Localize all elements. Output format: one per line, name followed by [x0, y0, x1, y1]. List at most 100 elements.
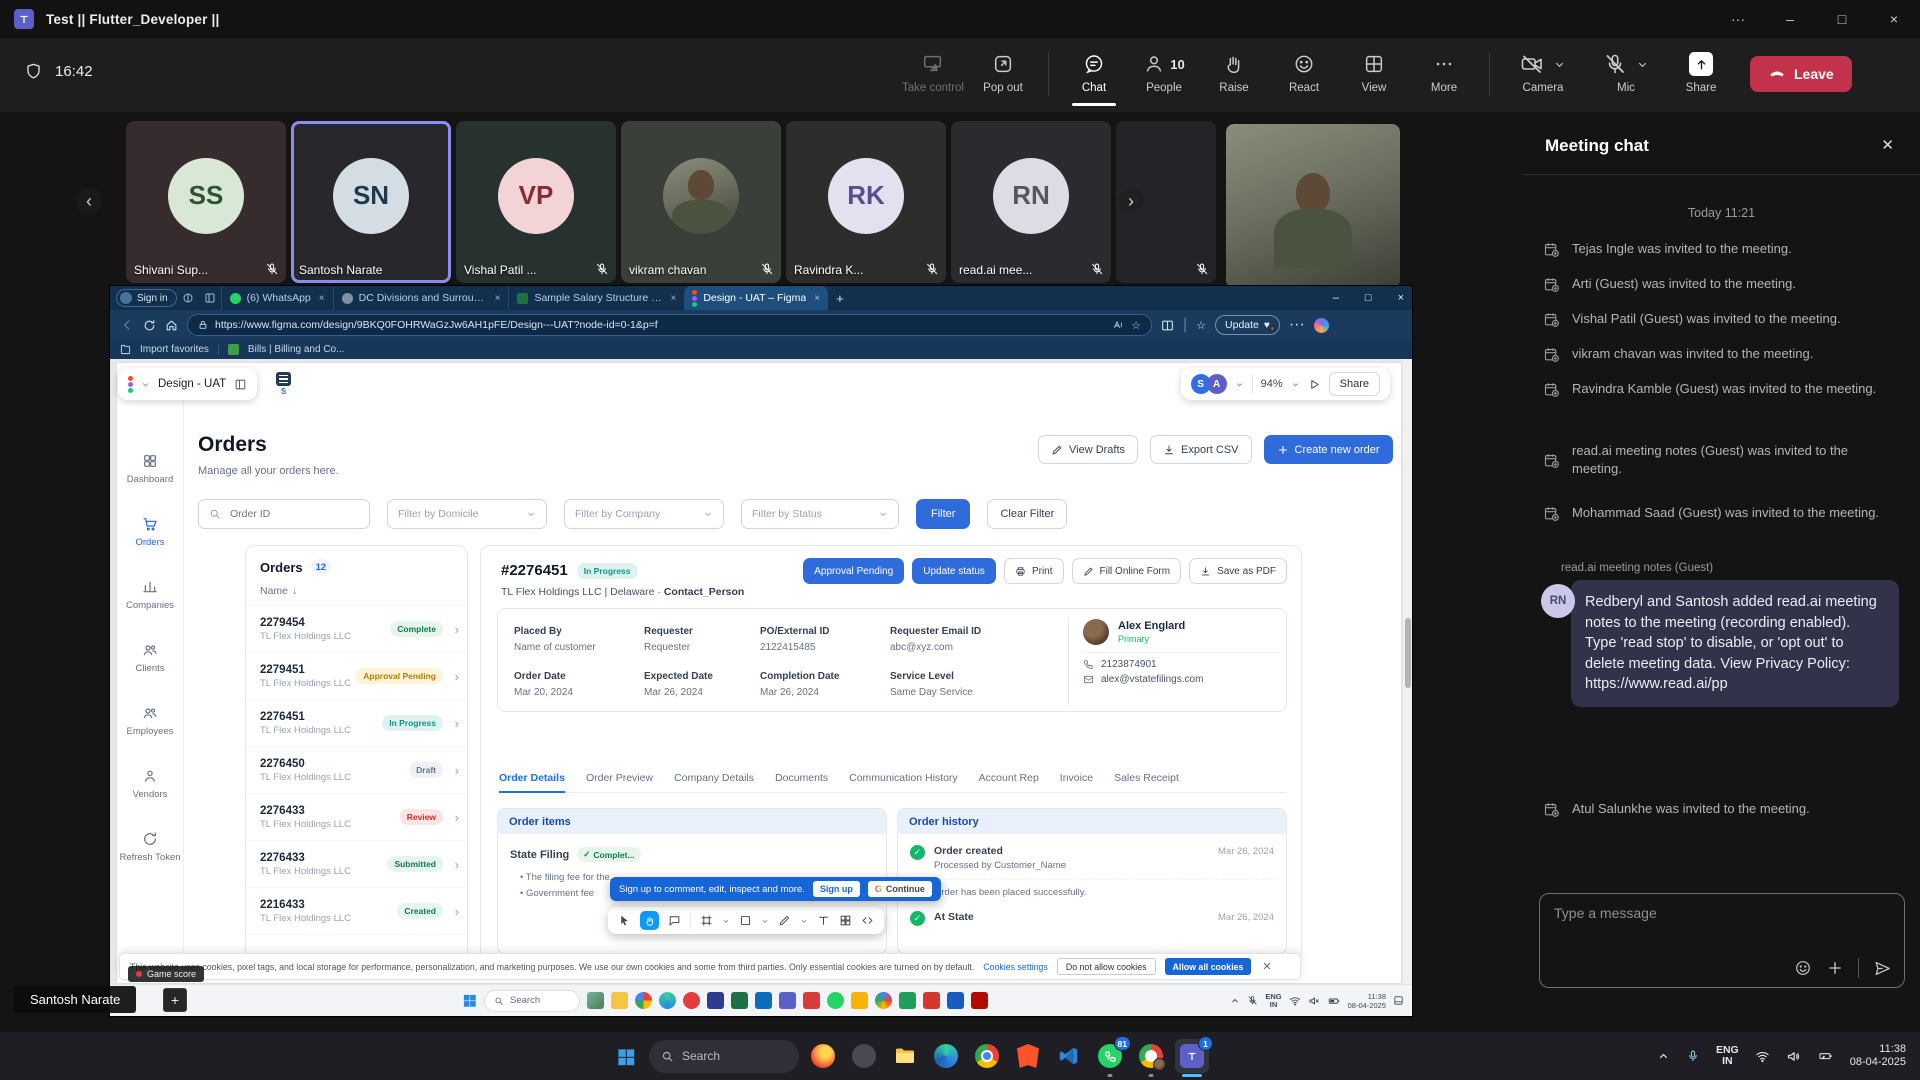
import-favorites-link[interactable]: Import favorites	[140, 344, 209, 355]
comment-tool-icon[interactable]	[668, 914, 681, 927]
tray-mic-muted-icon[interactable]	[1247, 995, 1258, 1006]
app-icon-snip[interactable]	[851, 992, 868, 1009]
tray-wifi-icon[interactable]	[1289, 995, 1301, 1007]
tray-battery-icon[interactable]	[1817, 1049, 1834, 1063]
cookie-close-icon[interactable]: ✕	[1262, 960, 1271, 973]
filter-domicile-select[interactable]: Filter by Domicile	[387, 499, 547, 529]
browser-minimize-button[interactable]: –	[1333, 292, 1339, 304]
tab-close-icon[interactable]: ×	[495, 293, 501, 304]
chat-message-bubble[interactable]: Redberyl and Santosh added read.ai meeti…	[1571, 580, 1899, 707]
app-icon-word[interactable]	[947, 992, 964, 1009]
tab-close-icon[interactable]: ×	[814, 293, 820, 304]
browser-maximize-button[interactable]: □	[1365, 292, 1372, 304]
order-row[interactable]: 2276450TL Flex Holdings LLC Draft ›	[246, 747, 467, 794]
taskbar-whatsapp-icon[interactable]: 81	[1093, 1039, 1127, 1073]
chevron-down-icon[interactable]	[1235, 380, 1244, 389]
chevron-down-icon[interactable]	[761, 917, 769, 925]
app-icon-google[interactable]	[875, 992, 892, 1009]
print-button[interactable]: Print	[1004, 558, 1064, 584]
send-icon[interactable]	[1873, 959, 1892, 978]
read-aloud-icon[interactable]	[1112, 319, 1124, 331]
browser-menu-icon[interactable]: ···	[1289, 316, 1305, 334]
app-icon-file-explorer[interactable]	[611, 992, 628, 1009]
contact-email[interactable]: alex@vstatefilings.com	[1083, 674, 1280, 685]
app-icon-opera[interactable]	[683, 992, 700, 1009]
frame-tool-icon[interactable]	[700, 914, 713, 927]
contact-person-link[interactable]: Contact_Person	[664, 586, 745, 598]
sidebar-item-vendors[interactable]: Vendors	[117, 752, 183, 815]
tab-order-preview[interactable]: Order Preview	[586, 772, 653, 784]
app-icon-photos[interactable]	[587, 992, 604, 1009]
browser-update-button[interactable]: Update ♥	[1215, 315, 1280, 335]
app-icon-outlook[interactable]	[755, 992, 772, 1009]
tray-volume-icon[interactable]	[1786, 1049, 1801, 1064]
present-icon[interactable]	[1308, 378, 1321, 391]
sidebar-item-companies[interactable]: Companies	[117, 563, 183, 626]
app-icon-acrobat[interactable]	[971, 992, 988, 1009]
attach-plus-icon[interactable]	[1826, 959, 1844, 977]
favorites-bar-icon[interactable]: ☆	[1196, 319, 1206, 332]
shared-search-box[interactable]: Search	[484, 990, 580, 1012]
pop-out-button[interactable]: Pop out	[968, 48, 1038, 94]
mic-chevron-icon[interactable]	[1636, 58, 1649, 71]
refresh-icon[interactable]	[143, 319, 156, 332]
cursor-tool-icon[interactable]	[618, 914, 631, 927]
dev-mode-icon[interactable]	[861, 914, 874, 927]
view-button[interactable]: View	[1339, 48, 1409, 94]
window-close-button[interactable]: ×	[1868, 0, 1920, 38]
filter-status-select[interactable]: Filter by Status	[741, 499, 899, 529]
taskbar-chrome-icon[interactable]	[970, 1039, 1004, 1073]
tab-close-icon[interactable]: ×	[319, 293, 325, 304]
taskbar-settings-icon[interactable]	[847, 1039, 881, 1073]
participant-tile[interactable]: RN read.ai mee...	[951, 121, 1111, 283]
window-more-button[interactable]: ···	[1712, 0, 1764, 38]
filter-clear-button[interactable]: Clear Filter	[987, 499, 1067, 529]
mic-button[interactable]: Mic	[1586, 48, 1666, 94]
tray-chevron-icon[interactable]	[1657, 1050, 1670, 1063]
workspaces-icon[interactable]	[182, 292, 194, 304]
tray-wifi-icon[interactable]	[1755, 1049, 1770, 1064]
sidebar-item-clients[interactable]: Clients	[117, 626, 183, 689]
start-icon[interactable]	[462, 993, 477, 1008]
tray-mic-icon[interactable]	[1686, 1049, 1700, 1063]
components-icon[interactable]	[839, 914, 852, 927]
presenter-add-button[interactable]: +	[163, 988, 187, 1012]
pen-tool-icon[interactable]	[778, 914, 791, 927]
vertical-tabs-icon[interactable]	[204, 292, 216, 304]
app-icon-whatsapp[interactable]	[827, 992, 844, 1009]
filter-apply-button[interactable]: Filter	[916, 499, 970, 529]
strip-prev-button[interactable]: ‹	[76, 188, 102, 214]
browser-signin-button[interactable]: Sign in	[116, 289, 177, 307]
start-button[interactable]	[608, 1039, 642, 1073]
raise-hand-button[interactable]: Raise	[1199, 48, 1269, 94]
view-drafts-button[interactable]: View Drafts	[1038, 435, 1138, 464]
tray-notification-icon[interactable]	[1393, 995, 1404, 1006]
participant-tile-video[interactable]: vikram chavan	[621, 121, 781, 283]
app-icon-excel[interactable]	[731, 992, 748, 1009]
split-screen-icon[interactable]	[1161, 319, 1174, 332]
taskbar-brave-icon[interactable]	[1011, 1039, 1045, 1073]
sidebar-item-employees[interactable]: Employees	[117, 689, 183, 752]
tab-order-details[interactable]: Order Details	[499, 772, 565, 784]
app-icon-teams[interactable]	[779, 992, 796, 1009]
figma-file-menu[interactable]: Design - UAT	[118, 368, 257, 400]
filter-company-select[interactable]: Filter by Company	[564, 499, 724, 529]
order-row[interactable]: 2276433TL Flex Holdings LLC Review ›	[246, 794, 467, 841]
tab-invoice[interactable]: Invoice	[1060, 772, 1093, 784]
order-id-search[interactable]	[198, 499, 370, 529]
app-icon-pdf[interactable]	[923, 992, 940, 1009]
chevron-down-icon[interactable]	[722, 917, 730, 925]
page-scrollbar[interactable]	[1403, 359, 1412, 984]
home-icon[interactable]	[165, 319, 178, 332]
window-minimize-button[interactable]: –	[1764, 0, 1816, 38]
browser-tab-figma-active[interactable]: Design - UAT – Figma ×	[684, 286, 828, 310]
browser-tab-whatsapp[interactable]: (6) WhatsApp ×	[221, 286, 333, 310]
strip-next-button[interactable]: ›	[1118, 188, 1144, 214]
cookies-settings-link[interactable]: Cookies settings	[983, 962, 1048, 972]
order-row-selected[interactable]: 2276451TL Flex Holdings LLC In Progress …	[246, 700, 467, 747]
order-row[interactable]: 2276433TL Flex Holdings LLC Submitted ›	[246, 841, 467, 888]
sidebar-item-dashboard[interactable]: Dashboard	[117, 437, 183, 500]
save-as-pdf-button[interactable]: Save as PDF	[1189, 558, 1287, 584]
share-button[interactable]: Share	[1666, 48, 1736, 94]
taskbar-edge-icon[interactable]	[929, 1039, 963, 1073]
